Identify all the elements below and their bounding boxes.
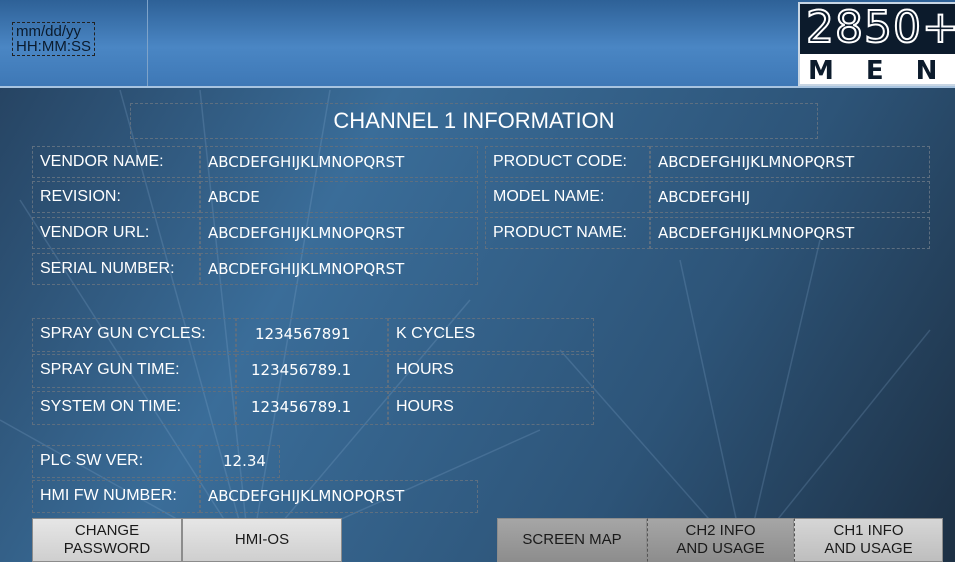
menu-logo-button[interactable]: 2850+ MENU bbox=[798, 2, 955, 86]
date-display: mm/dd/yy bbox=[16, 23, 82, 40]
change-password-button[interactable]: CHANGE PASSWORD bbox=[32, 518, 182, 562]
ch2-info-label: CH2 INFO AND USAGE bbox=[676, 522, 765, 557]
spray-gun-cycles-value: 1234567891 bbox=[236, 318, 388, 352]
revision-value: ABCDE bbox=[200, 181, 478, 213]
system-on-time-label: SYSTEM ON TIME: bbox=[32, 391, 236, 425]
vendor-url-label: VENDOR URL: bbox=[32, 217, 200, 249]
product-code-value: ABCDEFGHIJKLMNOPQRST bbox=[650, 146, 930, 178]
hmi-os-button[interactable]: HMI-OS bbox=[182, 518, 342, 562]
ch2-info-button[interactable]: CH2 INFO AND USAGE bbox=[647, 518, 794, 562]
spray-gun-cycles-label: SPRAY GUN CYCLES: bbox=[32, 318, 236, 352]
plc-sw-ver-label: PLC SW VER: bbox=[32, 445, 200, 478]
hmi-fw-number-label: HMI FW NUMBER: bbox=[32, 480, 200, 513]
revision-label: REVISION: bbox=[32, 181, 200, 213]
product-name-value: ABCDEFGHIJKLMNOPQRST bbox=[650, 217, 930, 249]
datetime-panel: mm/dd/yy HH:MM:SS bbox=[0, 0, 148, 86]
vendor-url-value: ABCDEFGHIJKLMNOPQRST bbox=[200, 217, 478, 249]
screen-map-button[interactable]: SCREEN MAP bbox=[497, 518, 647, 562]
product-code-label: PRODUCT CODE: bbox=[485, 146, 650, 178]
model-name-value: ABCDEFGHIJ bbox=[650, 181, 930, 213]
hmi-fw-number-value: ABCDEFGHIJKLMNOPQRST bbox=[200, 480, 478, 513]
vendor-name-value: ABCDEFGHIJKLMNOPQRST bbox=[200, 146, 478, 178]
spray-gun-cycles-unit: K CYCLES bbox=[388, 318, 594, 352]
system-on-time-value: 123456789.1 bbox=[236, 391, 388, 425]
spray-gun-time-unit: HOURS bbox=[388, 354, 594, 388]
datetime-display: mm/dd/yy HH:MM:SS bbox=[12, 22, 95, 56]
time-display: HH:MM:SS bbox=[16, 38, 91, 55]
logo-number: 2850+ bbox=[805, 2, 955, 53]
vendor-name-label: VENDOR NAME: bbox=[32, 146, 200, 178]
serial-number-value: ABCDEFGHIJKLMNOPQRST bbox=[200, 253, 478, 285]
serial-number-label: SERIAL NUMBER: bbox=[32, 253, 200, 285]
screen-map-label: SCREEN MAP bbox=[522, 531, 622, 548]
product-name-label: PRODUCT NAME: bbox=[485, 217, 650, 249]
page-title: CHANNEL 1 INFORMATION bbox=[130, 103, 818, 139]
model-name-label: MODEL NAME: bbox=[485, 181, 650, 213]
system-on-time-unit: HOURS bbox=[388, 391, 594, 425]
plc-sw-ver-value: 12.34 bbox=[200, 445, 280, 478]
logo-menu-label: MENU bbox=[800, 54, 955, 84]
change-password-label: CHANGE PASSWORD bbox=[63, 522, 151, 557]
header-bar: mm/dd/yy HH:MM:SS 2850+ MENU bbox=[0, 0, 955, 88]
spray-gun-time-value: 123456789.1 bbox=[236, 354, 388, 388]
ch1-info-button[interactable]: CH1 INFO AND USAGE bbox=[794, 518, 943, 562]
ch1-info-label: CH1 INFO AND USAGE bbox=[824, 522, 913, 557]
spray-gun-time-label: SPRAY GUN TIME: bbox=[32, 354, 236, 388]
hmi-os-label: HMI-OS bbox=[234, 531, 290, 548]
